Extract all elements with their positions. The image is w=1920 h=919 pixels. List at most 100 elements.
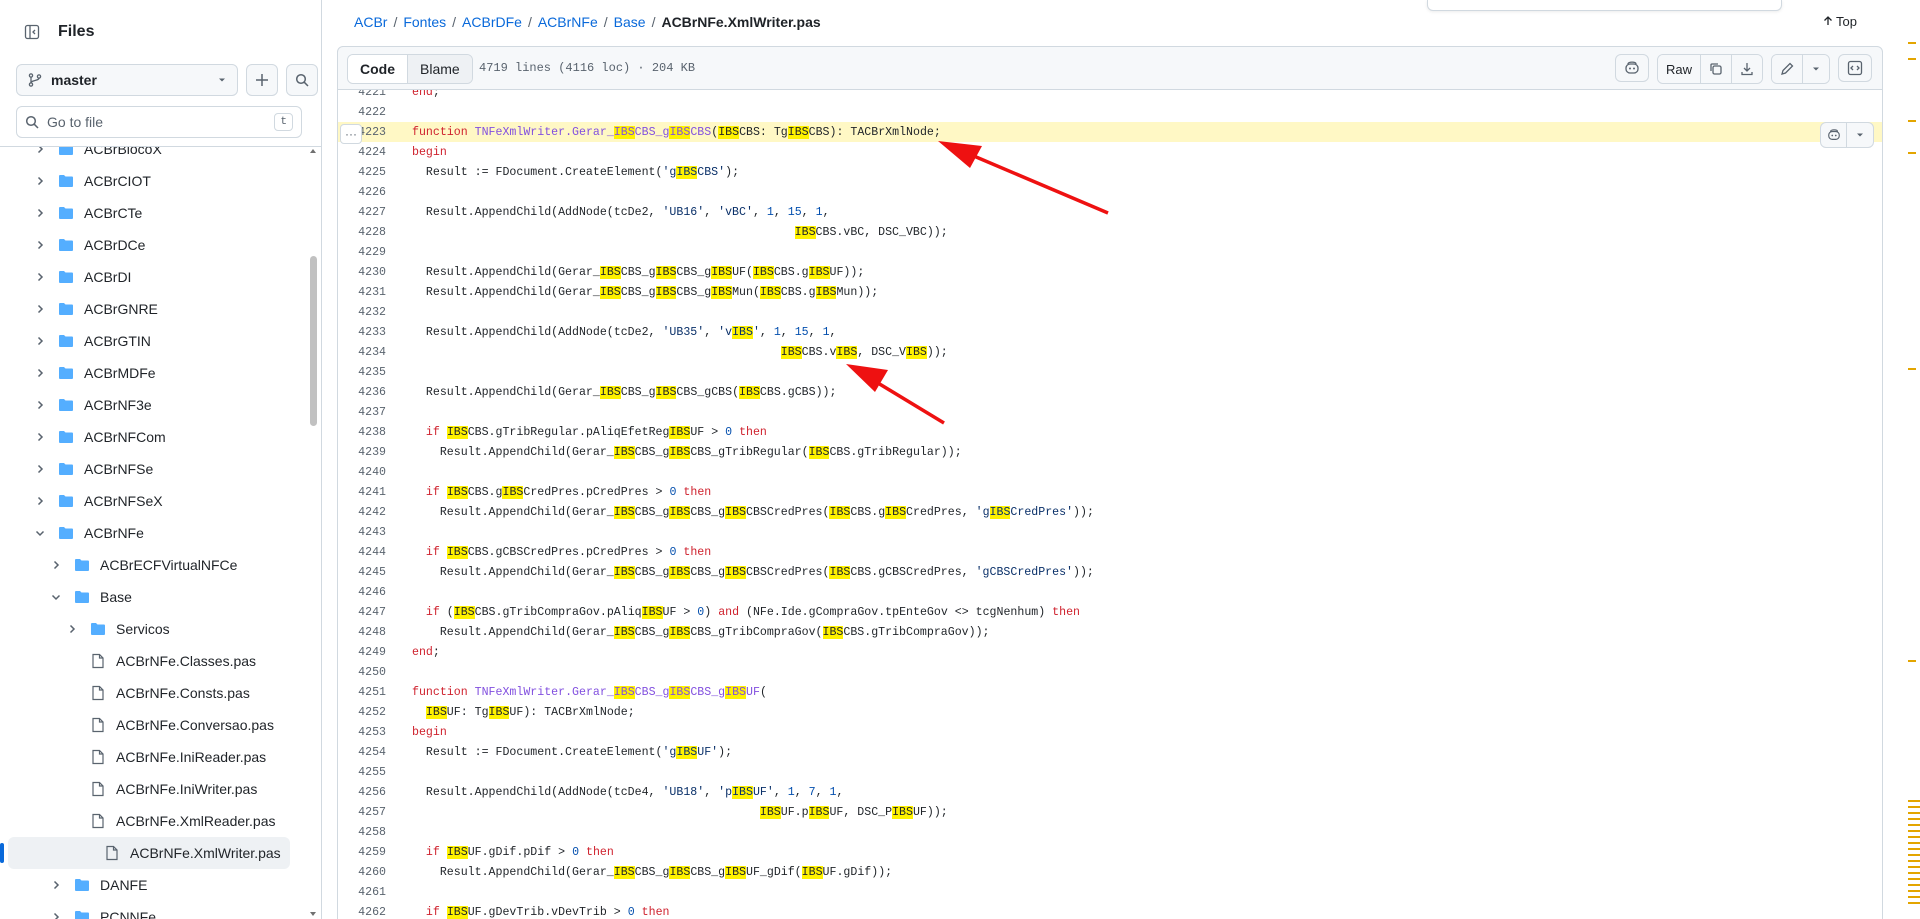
line-number[interactable]: 4241 [338, 486, 396, 499]
tree-file[interactable]: ACBrNFe.Classes.pas [0, 645, 300, 677]
download-button[interactable] [1732, 55, 1762, 83]
chevron-right-icon[interactable] [32, 335, 48, 347]
line-number[interactable]: 4232 [338, 306, 396, 319]
line-number[interactable]: 4227 [338, 206, 396, 219]
tree-folder[interactable]: ACBrECFVirtualNFCe [0, 549, 300, 581]
top-link[interactable]: Top [1823, 14, 1857, 29]
go-to-file-input[interactable]: Go to file t [16, 106, 302, 138]
line-number[interactable]: 4224 [338, 146, 396, 159]
tree-folder[interactable]: DANFE [0, 869, 300, 901]
chevron-right-icon[interactable] [32, 463, 48, 475]
tab-blame[interactable]: Blame [408, 55, 472, 83]
chevron-right-icon[interactable] [32, 175, 48, 187]
tree-folder[interactable]: ACBrNFe [0, 517, 300, 549]
line-number[interactable]: 4262 [338, 906, 396, 919]
line-number[interactable]: 4240 [338, 466, 396, 479]
line-copilot-button[interactable] [1821, 123, 1847, 147]
breadcrumb-link[interactable]: ACBr [354, 14, 387, 30]
copy-raw-button[interactable] [1701, 55, 1732, 83]
sidebar-scrollbar[interactable] [307, 146, 319, 919]
chevron-right-icon[interactable] [32, 239, 48, 251]
line-number[interactable]: 4233 [338, 326, 396, 339]
line-number[interactable]: 4239 [338, 446, 396, 459]
line-number[interactable]: 4249 [338, 646, 396, 659]
line-number[interactable]: 4251 [338, 686, 396, 699]
tree-folder[interactable]: Servicos [0, 613, 300, 645]
line-number[interactable]: 4245 [338, 566, 396, 579]
line-number[interactable]: 4225 [338, 166, 396, 179]
line-number[interactable]: 4260 [338, 866, 396, 879]
chevron-right-icon[interactable] [64, 623, 80, 635]
line-number[interactable]: 4226 [338, 186, 396, 199]
line-number[interactable]: 4234 [338, 346, 396, 359]
line-number[interactable]: 4230 [338, 266, 396, 279]
chevron-right-icon[interactable] [32, 399, 48, 411]
chevron-right-icon[interactable] [32, 303, 48, 315]
chevron-right-icon[interactable] [32, 207, 48, 219]
line-number[interactable]: 4254 [338, 746, 396, 759]
tree-folder[interactable]: ACBrNFCom [0, 421, 300, 453]
line-number[interactable]: 4253 [338, 726, 396, 739]
line-number[interactable]: 4238 [338, 426, 396, 439]
line-number[interactable]: 4257 [338, 806, 396, 819]
tree-file[interactable]: ACBrNFe.XmlReader.pas [0, 805, 300, 837]
line-number[interactable]: 4255 [338, 766, 396, 779]
tree-folder[interactable]: ACBrNF3e [0, 389, 300, 421]
tree-folder[interactable]: ACBrMDFe [0, 357, 300, 389]
line-number[interactable]: 4236 [338, 386, 396, 399]
chevron-right-icon[interactable] [48, 911, 64, 919]
line-number[interactable]: 4229 [338, 246, 396, 259]
tree-folder[interactable]: ACBrDI [0, 261, 300, 293]
tree-folder[interactable]: ACBrNFSeX [0, 485, 300, 517]
tab-code[interactable]: Code [348, 55, 408, 83]
line-number[interactable]: 4222 [338, 106, 396, 119]
breadcrumb-link[interactable]: ACBrNFe [538, 14, 598, 30]
line-number[interactable]: 4248 [338, 626, 396, 639]
tree-folder[interactable]: Base [0, 581, 300, 613]
chevron-right-icon[interactable] [48, 559, 64, 571]
raw-button[interactable]: Raw [1657, 55, 1701, 83]
line-number[interactable]: 4247 [338, 606, 396, 619]
line-number[interactable]: 4235 [338, 366, 396, 379]
tree-file[interactable]: ACBrNFe.Conversao.pas [0, 709, 300, 741]
branch-selector[interactable]: master [16, 64, 238, 96]
line-number[interactable]: 4243 [338, 526, 396, 539]
collapse-sidebar-button[interactable] [16, 16, 48, 48]
search-results-minimap[interactable] [1904, 0, 1920, 919]
tree-folder[interactable]: ACBrGNRE [0, 293, 300, 325]
symbols-panel-button[interactable] [1838, 54, 1872, 82]
tree-folder[interactable]: ACBrCTe [0, 197, 300, 229]
add-file-button[interactable] [246, 64, 278, 96]
edit-dropdown-button[interactable] [1803, 55, 1829, 83]
breadcrumb-link[interactable]: Fontes [403, 14, 446, 30]
breadcrumb-link[interactable]: ACBrDFe [462, 14, 522, 30]
tree-folder[interactable]: ACBrNFSe [0, 453, 300, 485]
chevron-right-icon[interactable] [48, 879, 64, 891]
search-files-button[interactable] [286, 64, 318, 96]
tree-file[interactable]: ACBrNFe.IniWriter.pas [0, 773, 300, 805]
chevron-right-icon[interactable] [32, 147, 48, 155]
chevron-right-icon[interactable] [32, 367, 48, 379]
scrollbar-thumb[interactable] [310, 256, 317, 426]
line-number[interactable]: 4261 [338, 886, 396, 899]
chevron-down-icon[interactable] [48, 591, 64, 603]
line-number[interactable]: 4250 [338, 666, 396, 679]
scroll-down-icon[interactable] [307, 909, 319, 919]
chevron-right-icon[interactable] [32, 495, 48, 507]
line-number[interactable]: 4221 [338, 90, 396, 99]
tree-folder[interactable]: ACBrCIOT [0, 165, 300, 197]
line-number[interactable]: 4237 [338, 406, 396, 419]
tree-folder[interactable]: ACBrBlocoX [0, 147, 300, 165]
scroll-up-icon[interactable] [307, 146, 319, 156]
line-number[interactable]: 4242 [338, 506, 396, 519]
line-number[interactable]: 4252 [338, 706, 396, 719]
chevron-right-icon[interactable] [32, 271, 48, 283]
tree-folder[interactable]: ACBrDCe [0, 229, 300, 261]
tree-folder[interactable]: ACBrGTIN [0, 325, 300, 357]
chevron-down-icon[interactable] [32, 527, 48, 539]
copilot-button[interactable] [1614, 54, 1649, 82]
line-number[interactable]: 4256 [338, 786, 396, 799]
line-options-button[interactable]: ··· [340, 124, 362, 144]
line-number[interactable]: 4246 [338, 586, 396, 599]
line-number[interactable]: 4258 [338, 826, 396, 839]
